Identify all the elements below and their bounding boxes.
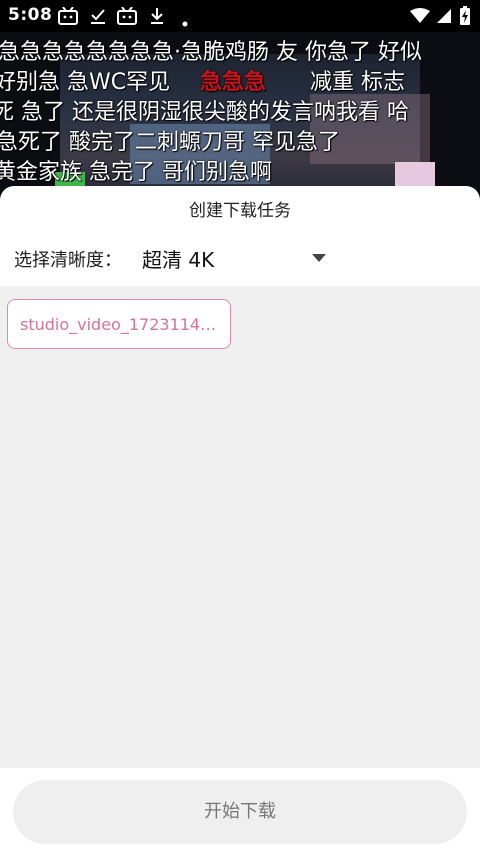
battery-charging-icon (460, 6, 470, 29)
quality-dropdown[interactable]: 超清 4K (142, 244, 332, 272)
status-time: 5:08 (8, 5, 53, 25)
danmaku-comment: 减重 标志 (310, 70, 405, 95)
danmaku-comment: 死 急了 还是很阴湿很尖酸的发言呐我看 哈 (0, 100, 409, 125)
video-list-area: studio_video_1723114250 (0, 286, 480, 768)
danmaku-comment-highlight: 急急急 (200, 70, 267, 95)
cellular-signal-icon (436, 8, 452, 28)
bilibili-tv-icon (117, 6, 137, 29)
download-task-sheet: 创建下载任务 选择清晰度： 超清 4K studio_video_1723114… (0, 186, 480, 854)
download-icon (150, 7, 164, 29)
danmaku-comment: 急死了 酸完了二刺螈刀哥 罕见急了 (0, 130, 340, 155)
sheet-title: 创建下载任务 (189, 201, 291, 221)
download-done-icon (90, 7, 106, 29)
dropdown-arrow-icon (312, 254, 326, 262)
quality-selected-value: 超清 4K (142, 248, 215, 272)
danmaku-comment: 急急急急急急急急·急脆鸡肠 友 你急了 好似 (0, 40, 422, 65)
bilibili-tv-icon (58, 6, 78, 29)
quality-label: 选择清晰度： (14, 250, 122, 271)
danmaku-comment: 黄金家族 急完了 哥们别急啊 (0, 160, 272, 185)
bottom-action-area: 开始下载 (0, 768, 480, 854)
dot-icon (182, 12, 188, 31)
danmaku-comment: 好别急 急WC罕见 (0, 70, 171, 95)
start-download-button[interactable]: 开始下载 (13, 780, 467, 844)
status-bar: 5:08 (0, 0, 480, 32)
video-file-chip[interactable]: studio_video_1723114250 (7, 299, 231, 349)
video-player-background: 急急急急急急急急·急脆鸡肠 友 你急了 好似 好别急 急WC罕见 急急急 减重 … (0, 32, 480, 192)
video-scene-shape (395, 162, 435, 186)
wifi-icon (410, 8, 430, 28)
video-file-name: studio_video_1723114250 (20, 315, 220, 334)
